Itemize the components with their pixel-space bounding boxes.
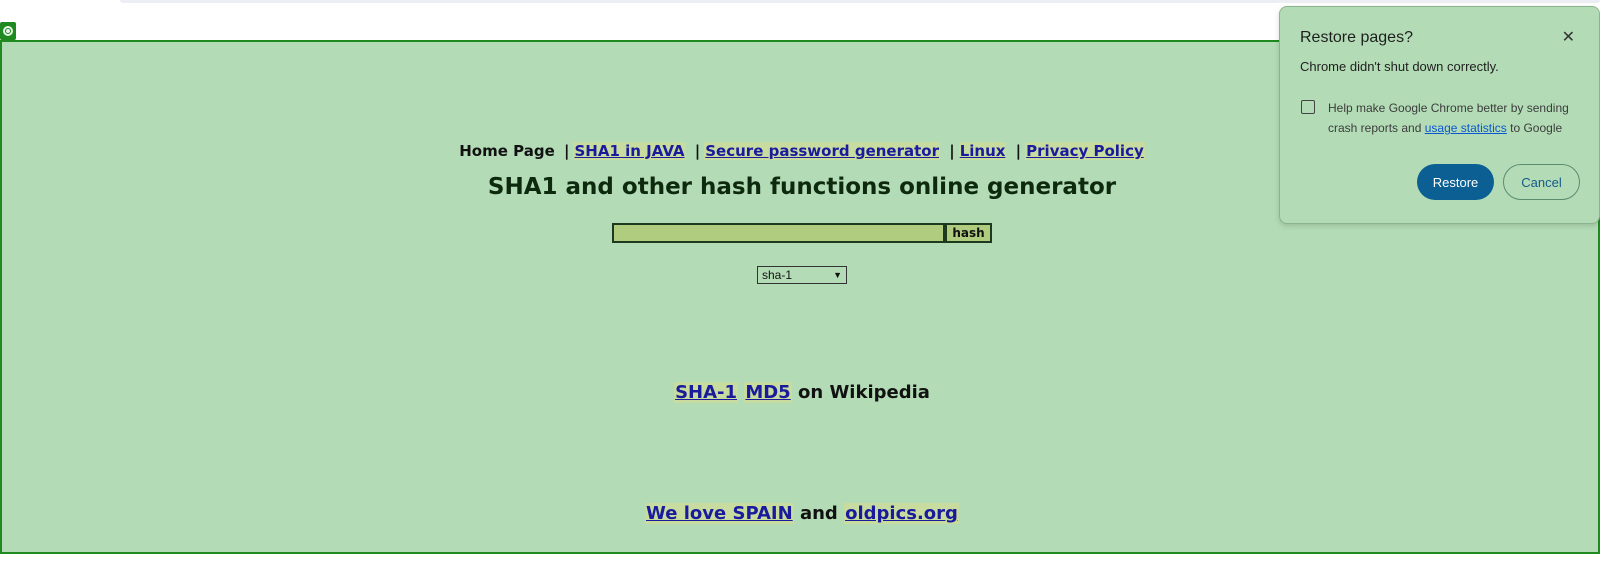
- close-icon[interactable]: ✕: [1562, 27, 1575, 47]
- footer-and: and: [799, 503, 838, 524]
- wikipedia-links: SHA-1 MD5 on Wikipedia: [2, 382, 1600, 403]
- checkbox-text-after: to Google: [1510, 121, 1563, 135]
- dialog-title: Restore pages?: [1300, 29, 1413, 46]
- nav-link-password-generator[interactable]: Secure password generator: [704, 142, 940, 160]
- hash-button[interactable]: hash: [945, 223, 992, 243]
- nav-separator: |: [564, 142, 570, 160]
- hash-form: hash: [612, 223, 992, 243]
- nav-separator: |: [949, 142, 955, 160]
- footer-links: We love SPAIN and oldpics.org: [2, 503, 1600, 524]
- link-oldpics[interactable]: oldpics.org: [844, 503, 959, 524]
- crash-report-checkbox[interactable]: [1301, 100, 1315, 114]
- wiki-suffix: on Wikipedia: [798, 382, 930, 403]
- wiki-link-sha1[interactable]: SHA-1: [674, 382, 739, 403]
- chevron-down-icon: ▼: [833, 270, 842, 280]
- restore-button[interactable]: Restore: [1417, 164, 1494, 200]
- wiki-link-md5[interactable]: MD5: [744, 382, 792, 403]
- nav-link-linux[interactable]: Linux: [958, 142, 1007, 160]
- link-we-love-spain[interactable]: We love SPAIN: [645, 503, 794, 524]
- cancel-button[interactable]: Cancel: [1503, 164, 1580, 200]
- nav-separator: |: [1015, 142, 1022, 160]
- usage-statistics-link[interactable]: usage statistics: [1425, 121, 1507, 135]
- nav-home: Home Page: [459, 142, 555, 160]
- algorithm-select[interactable]: sha-1 ▼: [757, 266, 847, 284]
- dialog-message: Chrome didn't shut down correctly.: [1300, 59, 1499, 74]
- hash-input[interactable]: [612, 223, 945, 243]
- nav-link-sha1-java[interactable]: SHA1 in JAVA: [573, 142, 686, 160]
- browser-top-edge: [120, 0, 1600, 3]
- restore-pages-dialog: Restore pages? ✕ Chrome didn't shut down…: [1279, 6, 1600, 224]
- checkbox-label: Help make Google Chrome better by sendin…: [1328, 98, 1590, 138]
- extension-target-icon[interactable]: [0, 22, 16, 40]
- nav-separator: |: [694, 142, 701, 160]
- nav-link-privacy[interactable]: Privacy Policy: [1025, 142, 1145, 160]
- algorithm-selected-value: sha-1: [762, 268, 793, 282]
